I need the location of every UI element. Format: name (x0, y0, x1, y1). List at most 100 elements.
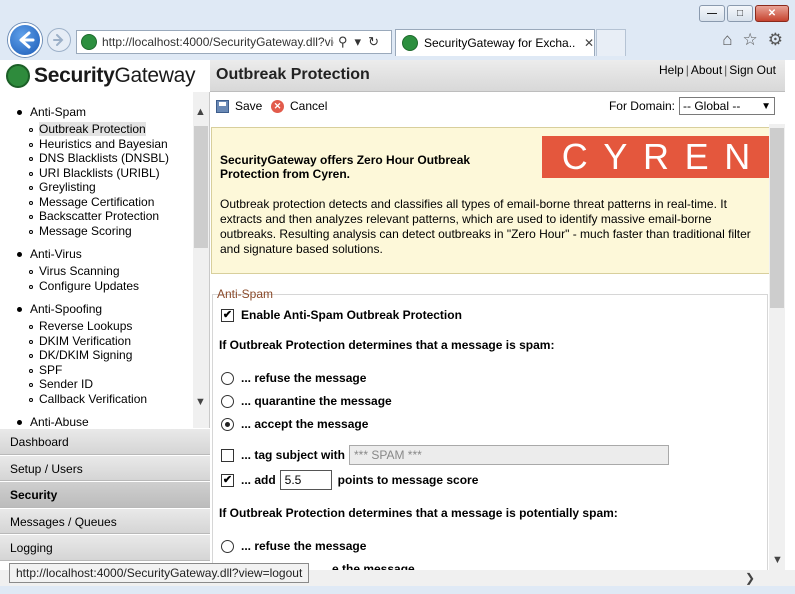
nav-tab-setup-users[interactable]: Setup / Users (0, 454, 210, 481)
sidebar-item-message-scoring[interactable]: Message Scoring (16, 224, 194, 239)
sidebar-item-callback-verification[interactable]: Callback Verification (16, 392, 194, 407)
sidebar-item-uribl[interactable]: URI Blacklists (URIBL) (16, 166, 194, 181)
potential-partial-label[interactable]: e the message (332, 562, 415, 570)
nav-tab-messages-queues[interactable]: Messages / Queues (0, 507, 210, 534)
add-row: ✔ ... add 5.5 points to message score (221, 470, 478, 490)
sidebar-scrollbar[interactable]: ▲ ▼ (193, 92, 209, 428)
accept-row: ... accept the message (221, 417, 368, 431)
minimize-button[interactable]: — (699, 5, 725, 22)
logo-text-gateway: Gateway (114, 64, 196, 87)
forward-button[interactable] (47, 28, 71, 52)
potential-refuse-radio[interactable] (221, 539, 234, 553)
quarantine-radio[interactable] (221, 394, 234, 408)
cyren-logo: C Y R E N (542, 136, 770, 178)
search-icon[interactable]: ⚲ (338, 34, 348, 50)
points-input[interactable]: 5.5 (279, 470, 332, 490)
new-tab-button[interactable] (596, 29, 626, 56)
sidebar-item-dkim-verification[interactable]: DKIM Verification (16, 334, 194, 349)
tag-checkbox[interactable] (221, 448, 234, 462)
close-tab-icon[interactable]: ✕ (584, 36, 594, 50)
add-checkbox[interactable]: ✔ (221, 473, 234, 487)
logo-letter: N (724, 136, 751, 177)
sidebar-item-dkim-signing[interactable]: DK/DKIM Signing (16, 348, 194, 363)
scroll-right-icon[interactable]: ❯ (745, 571, 755, 585)
accept-label[interactable]: ... accept the message (241, 417, 368, 431)
enable-row: ✔ Enable Anti-Spam Outbreak Protection (221, 308, 462, 322)
logo-text-security: Security (34, 64, 115, 87)
sidebar-item-reverse-lookups[interactable]: Reverse Lookups (16, 319, 194, 334)
potential-question: If Outbreak Protection determines that a… (219, 506, 618, 520)
browser-tab[interactable]: SecurityGateway for Excha... ✕ (395, 29, 595, 56)
page: SecurityGateway Outbreak Protection Help… (0, 60, 795, 570)
save-button[interactable]: Save (216, 99, 262, 113)
sidebar-scroll-thumb[interactable] (194, 126, 208, 248)
enable-label[interactable]: Enable Anti-Spam Outbreak Protection (241, 308, 462, 322)
domain-select[interactable]: -- Global -- ▼ (679, 97, 775, 115)
sidebar-item-backscatter[interactable]: Backscatter Protection (16, 209, 194, 224)
close-window-button[interactable]: ✕ (755, 5, 789, 22)
sidebar: Anti-Spam Outbreak Protection Heuristics… (0, 92, 210, 428)
save-icon (216, 99, 229, 113)
sidebar-item-outbreak-protection[interactable]: Outbreak Protection (16, 122, 194, 137)
nav-group-title[interactable]: Anti-Abuse (16, 415, 194, 428)
add-label[interactable]: ... add (241, 473, 276, 487)
sidebar-item-virus-scanning[interactable]: Virus Scanning (16, 264, 194, 279)
fieldset-legend: Anti-Spam (217, 287, 274, 301)
content-scroll-thumb[interactable] (770, 128, 784, 308)
nav-tab-security[interactable]: Security (0, 481, 210, 508)
sidebar-item-sender-id[interactable]: Sender ID (16, 377, 194, 392)
sidebar-item-configure-updates[interactable]: Configure Updates (16, 279, 194, 294)
potential-refuse-label[interactable]: ... refuse the message (241, 539, 366, 553)
info-heading: SecurityGateway offers Zero Hour Outbrea… (220, 153, 471, 181)
sign-out-link[interactable]: Sign Out (729, 63, 776, 77)
quarantine-label[interactable]: ... quarantine the message (241, 394, 392, 408)
close-icon: ✕ (767, 7, 777, 19)
sidebar-item-message-certification[interactable]: Message Certification (16, 195, 194, 210)
content-scrollbar[interactable]: ▼ (769, 124, 785, 570)
potential-refuse-row: ... refuse the message (221, 539, 366, 553)
maximize-button[interactable]: □ (727, 5, 753, 22)
scroll-up-icon[interactable]: ▲ (195, 106, 206, 118)
tag-label[interactable]: ... tag subject with (241, 448, 345, 462)
dropdown-chevron-icon[interactable]: ▾ (355, 34, 362, 50)
logo-letter: R (643, 136, 669, 177)
separator: | (685, 63, 689, 77)
nav-group-title[interactable]: Anti-Virus (16, 247, 194, 261)
address-url[interactable]: http://localhost:4000/SecurityGateway.dl… (102, 35, 334, 49)
cancel-icon: ✕ (271, 99, 284, 113)
main-nav-tabs: Dashboard Setup / Users Security Message… (0, 428, 210, 570)
scroll-down-icon[interactable]: ▼ (772, 554, 783, 566)
sidebar-item-heuristics[interactable]: Heuristics and Bayesian (16, 137, 194, 152)
accept-radio[interactable] (221, 417, 234, 431)
refuse-row: ... refuse the message (221, 371, 366, 385)
potential-partial-row: e the message (332, 562, 415, 570)
about-link[interactable]: About (691, 63, 722, 77)
nav-group-anti-abuse: Anti-Abuse (16, 415, 194, 428)
sidebar-item-greylisting[interactable]: Greylisting (16, 180, 194, 195)
refresh-icon[interactable]: ↻ (368, 34, 379, 50)
logo-letter: C (561, 136, 588, 177)
back-button[interactable] (8, 23, 42, 57)
home-icon[interactable]: ⌂ (722, 30, 732, 50)
sidebar-item-dnsbl[interactable]: DNS Blacklists (DNSBL) (16, 151, 194, 166)
scroll-down-icon[interactable]: ▼ (195, 396, 206, 408)
header-bar: Outbreak Protection Help | About | Sign Out (210, 60, 785, 92)
nav-tab-dashboard[interactable]: Dashboard (0, 428, 210, 455)
favorites-star-icon[interactable]: ☆ (743, 30, 758, 50)
chevron-down-icon: ▼ (761, 100, 771, 112)
tag-subject-input[interactable]: *** SPAM *** (349, 445, 670, 465)
nav-group-anti-spoofing: Anti-Spoofing (16, 302, 194, 316)
nav-group-title[interactable]: Anti-Spam (16, 105, 194, 119)
cancel-button[interactable]: ✕ Cancel (271, 99, 327, 113)
refuse-label[interactable]: ... refuse the message (241, 371, 366, 385)
info-body: Outbreak protection detects and classifi… (220, 197, 751, 256)
settings-gear-icon[interactable]: ⚙ (768, 30, 783, 50)
address-bar[interactable]: http://localhost:4000/SecurityGateway.dl… (76, 30, 392, 54)
help-link[interactable]: Help (659, 63, 684, 77)
nav-tab-logging[interactable]: Logging (0, 534, 210, 561)
info-panel: SecurityGateway offers Zero Hour Outbrea… (211, 127, 772, 274)
enable-checkbox[interactable]: ✔ (221, 308, 234, 322)
nav-group-title[interactable]: Anti-Spoofing (16, 302, 194, 316)
refuse-radio[interactable] (221, 371, 234, 385)
sidebar-item-spf[interactable]: SPF (16, 363, 194, 378)
